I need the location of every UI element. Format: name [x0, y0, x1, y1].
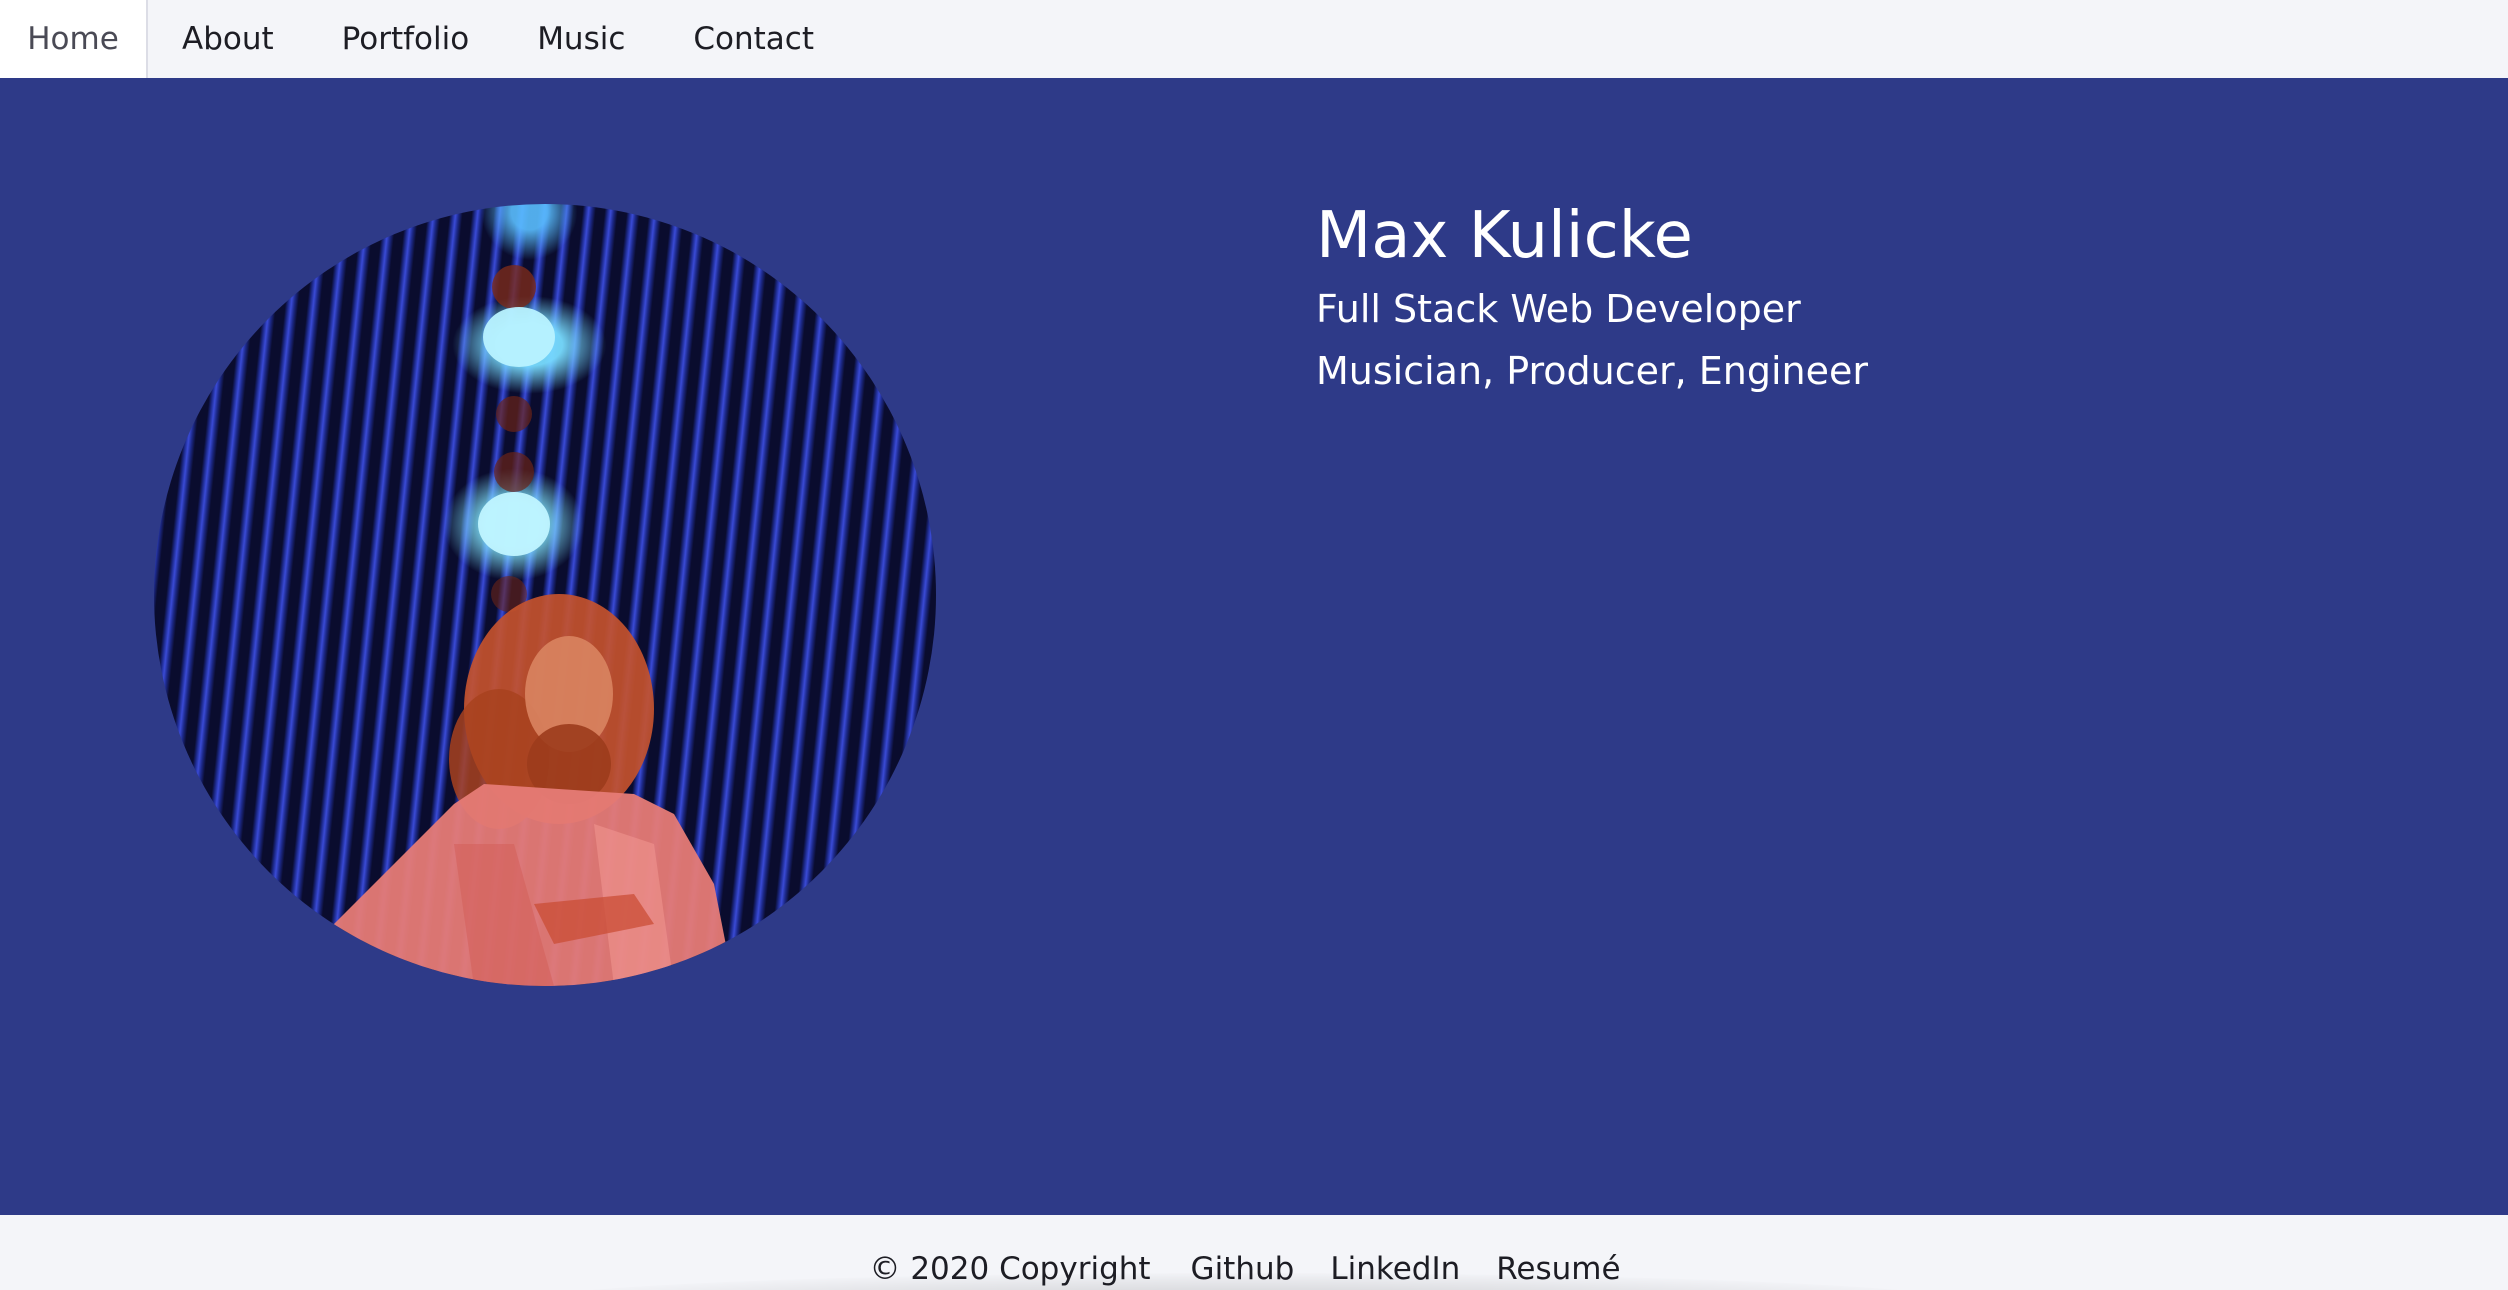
nav-item-portfolio[interactable]: Portfolio: [308, 0, 504, 78]
footer: © 2020 Copyright Github LinkedIn Resumé: [0, 1215, 2508, 1290]
footer-content: © 2020 Copyright Github LinkedIn Resumé: [0, 1251, 2508, 1287]
top-navbar: Home About Portfolio Music Contact: [0, 0, 2508, 78]
profile-photo-figure: [294, 265, 734, 986]
footer-link-resume[interactable]: Resumé: [1496, 1251, 1620, 1287]
footer-link-github[interactable]: Github: [1191, 1251, 1295, 1287]
hero-role-developer: Full Stack Web Developer: [1316, 287, 1801, 331]
hero-text: Max Kulicke Full Stack Web Developer Mus…: [1316, 204, 1868, 414]
hero-name: Max Kulicke: [1316, 199, 1693, 273]
nav-item-home[interactable]: Home: [0, 0, 148, 78]
nav-item-music[interactable]: Music: [503, 0, 659, 78]
footer-copyright: © 2020 Copyright: [869, 1251, 1151, 1287]
profile-photo: [154, 204, 936, 986]
hero-role-musician: Musician, Producer, Engineer: [1316, 349, 1868, 393]
hero-section: Max Kulicke Full Stack Web Developer Mus…: [0, 78, 2508, 1215]
nav-item-contact[interactable]: Contact: [659, 0, 848, 78]
nav-item-about[interactable]: About: [148, 0, 308, 78]
footer-link-linkedin[interactable]: LinkedIn: [1330, 1251, 1460, 1287]
